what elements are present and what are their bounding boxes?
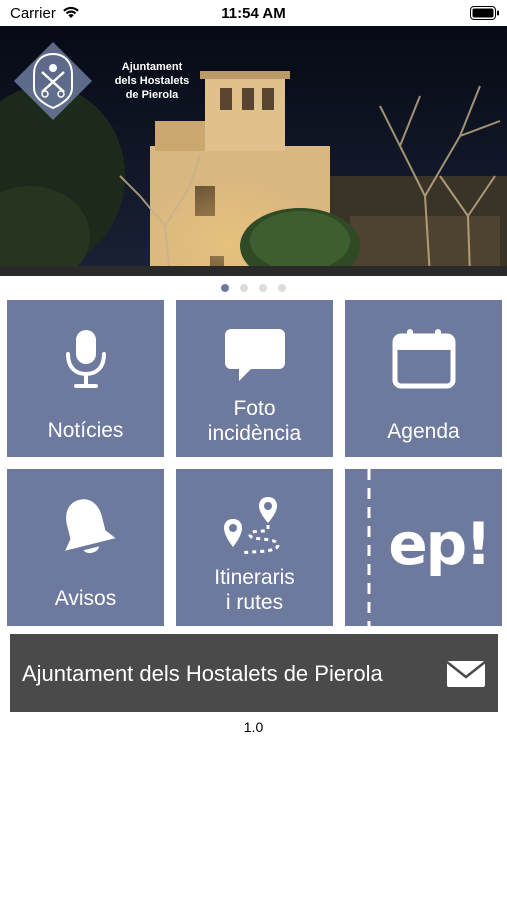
speech-bubble-icon <box>176 327 333 383</box>
page-dot-4[interactable] <box>278 284 286 292</box>
hero-banner-image[interactable]: Ajuntament dels Hostalets de Pierola <box>0 26 507 276</box>
tile-agenda[interactable]: Agenda <box>345 300 502 457</box>
tile-noticies[interactable]: Notícies <box>7 300 164 457</box>
logo-text-line2: dels Hostalets <box>114 75 190 87</box>
calendar-icon <box>345 328 502 390</box>
clock-label: 11:54 AM <box>221 5 286 22</box>
tile-itineraris[interactable]: Itineraris i rutes <box>176 469 333 626</box>
microphone-icon <box>7 328 164 390</box>
tile-noticies-label: Notícies <box>47 419 124 442</box>
contact-bar-button[interactable]: Ajuntament dels Hostalets de Pierola <box>10 634 498 712</box>
page-dot-2[interactable] <box>240 284 248 292</box>
tile-foto-incidencia-label: Foto incidència <box>176 396 333 446</box>
page-dot-1[interactable] <box>221 284 229 292</box>
battery-icon <box>470 6 500 25</box>
status-bar: Carrier 11:54 AM <box>0 0 507 26</box>
carousel-page-indicator[interactable] <box>0 284 507 294</box>
tile-avisos-label: Avisos <box>54 587 117 610</box>
tile-itineraris-label-line1: Itineraris <box>214 566 295 589</box>
tile-agenda-label: Agenda <box>387 420 460 443</box>
tile-ep[interactable]: ep! <box>345 469 502 626</box>
municipal-logo-text: Ajuntament dels Hostalets de Pierola <box>104 60 200 102</box>
tile-foto-incidencia-label-line1: Foto <box>233 397 276 420</box>
contact-bar-label: Ajuntament dels Hostalets de Pierola <box>22 661 383 686</box>
logo-text-line3: de Pierola <box>125 89 179 101</box>
ep-logo: ep! <box>388 510 491 578</box>
tile-avisos[interactable]: Avisos <box>7 469 164 626</box>
tile-itineraris-label-line2: i rutes <box>225 591 284 614</box>
municipal-logo <box>12 40 94 122</box>
tile-foto-incidencia-label-line2: incidència <box>207 422 302 445</box>
tile-foto-incidencia[interactable]: Foto incidència <box>176 300 333 457</box>
bell-icon <box>7 495 164 559</box>
version-label: 1.0 <box>243 719 264 735</box>
envelope-icon <box>446 660 486 693</box>
route-icon <box>176 495 333 559</box>
page-dot-3[interactable] <box>259 284 267 292</box>
logo-text-line1: Ajuntament <box>121 61 183 73</box>
tile-itineraris-label: Itineraris i rutes <box>176 565 333 615</box>
